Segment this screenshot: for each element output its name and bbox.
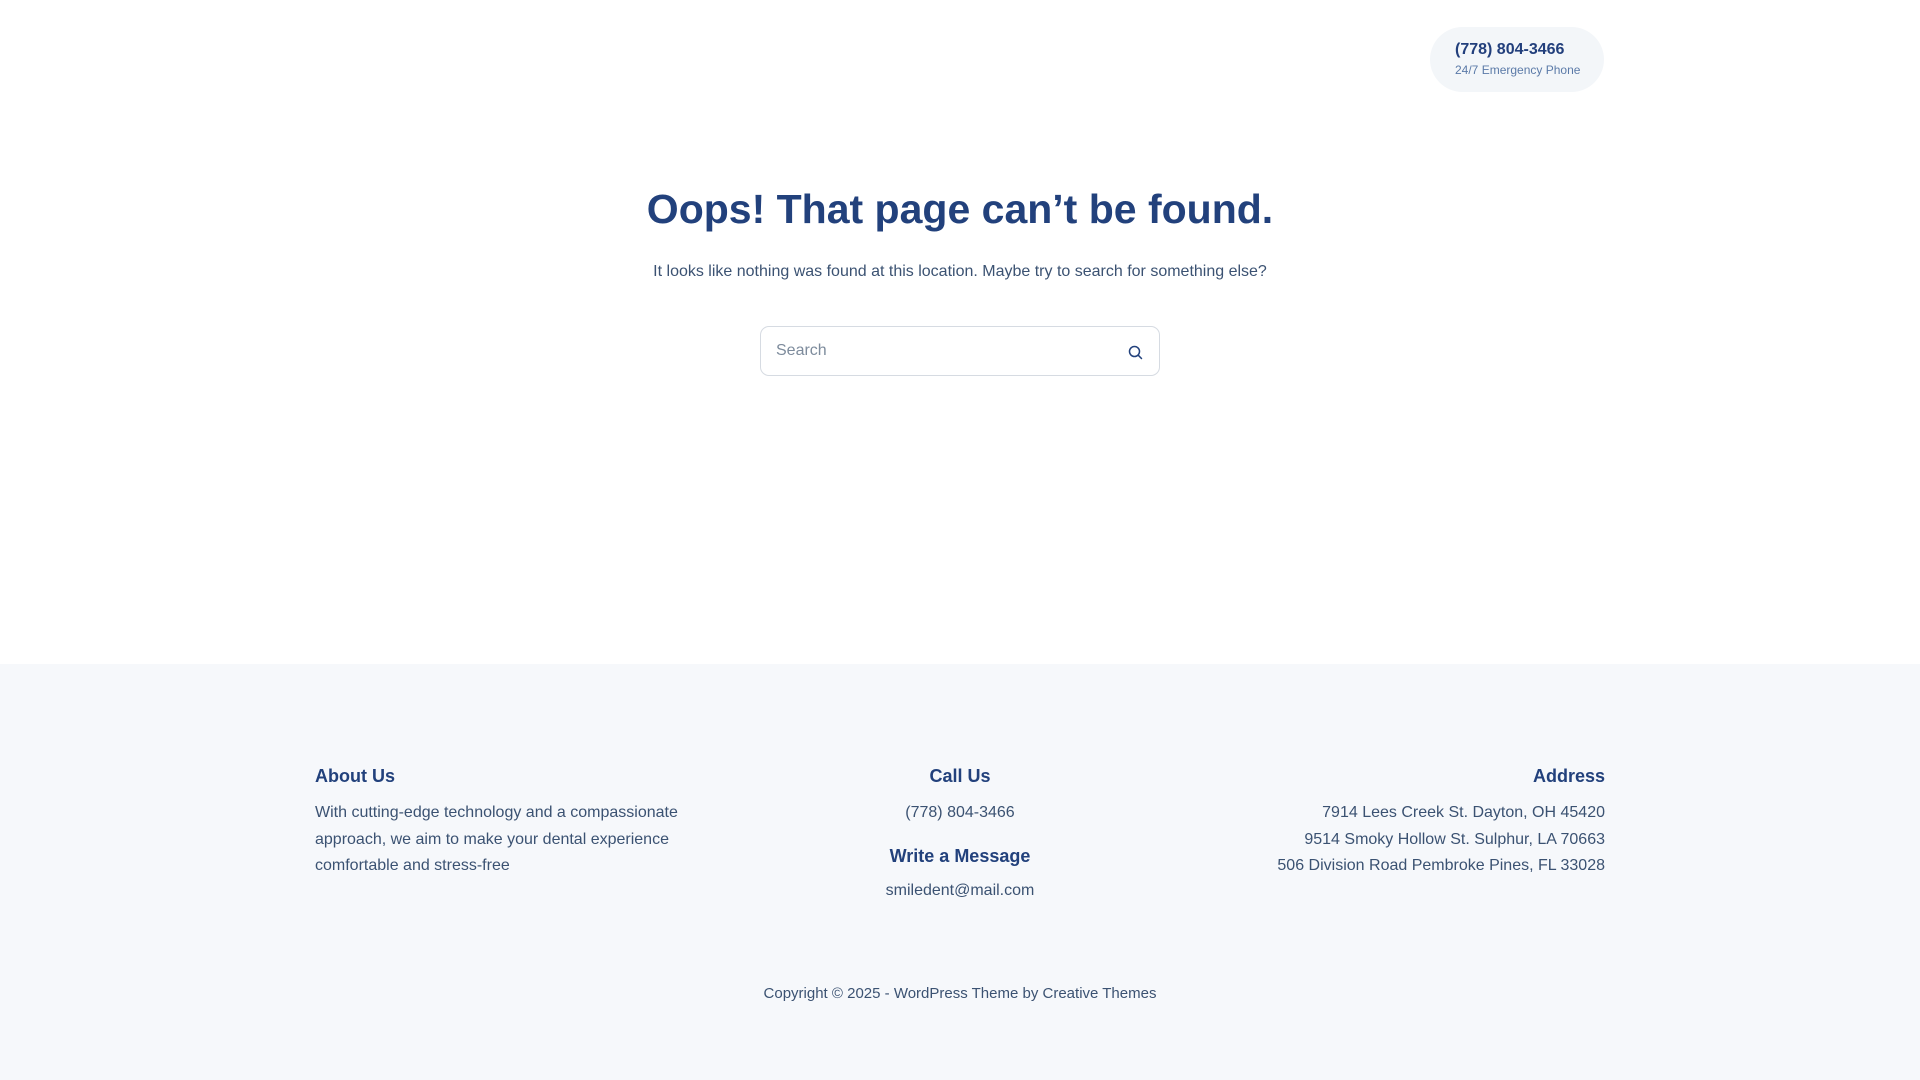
address-list: 7914 Lees Creek St. Dayton, OH 45420 951… [1205, 800, 1605, 880]
page: (778) 804-3466 24/7 Emergency Phone Oops… [0, 0, 1920, 1080]
creative-themes-link[interactable]: Creative Themes [1043, 985, 1157, 1002]
page-title: Oops! That page can’t be found. [646, 186, 1274, 232]
copyright-prefix: Copyright © 2025 - [763, 985, 894, 1002]
footer-contact-column: Call Us (778) 804-3466 Write a Message s… [760, 764, 1160, 904]
site-footer: About Us With cutting-edge technology an… [0, 664, 1920, 1080]
address-heading: Address [1532, 766, 1605, 786]
page-subtitle: It looks like nothing was found at this … [653, 263, 1267, 280]
footer-about-column: About Us With cutting-edge technology an… [315, 764, 715, 880]
main-content: Oops! That page can’t be found. It looks… [0, 0, 1920, 664]
footer-phone-link[interactable]: (778) 804-3466 [905, 800, 1014, 827]
search-form [760, 326, 1160, 376]
about-heading: About Us [315, 766, 395, 786]
search-input[interactable] [761, 327, 1101, 375]
search-button[interactable] [1123, 340, 1147, 364]
address-line: 506 Division Road Pembroke Pines, FL 330… [1277, 857, 1605, 874]
about-text: With cutting-edge technology and a compa… [315, 804, 678, 874]
wordpress-theme-link[interactable]: WordPress Theme [894, 985, 1019, 1002]
search-icon [1128, 345, 1142, 359]
write-message-heading: Write a Message [889, 845, 1031, 866]
address-line: 9514 Smoky Hollow St. Sulphur, LA 70663 [1304, 830, 1605, 848]
address-line: 7914 Lees Creek St. Dayton, OH 45420 [1322, 804, 1605, 821]
call-us-heading: Call Us [929, 766, 991, 786]
footer-address-column: Address 7914 Lees Creek St. Dayton, OH 4… [1205, 764, 1605, 880]
footer-email-link[interactable]: smiledent@mail.com [886, 878, 1035, 905]
copyright-by: by [1018, 985, 1043, 1002]
copyright: Copyright © 2025 - WordPress Theme by Cr… [0, 984, 1920, 1004]
